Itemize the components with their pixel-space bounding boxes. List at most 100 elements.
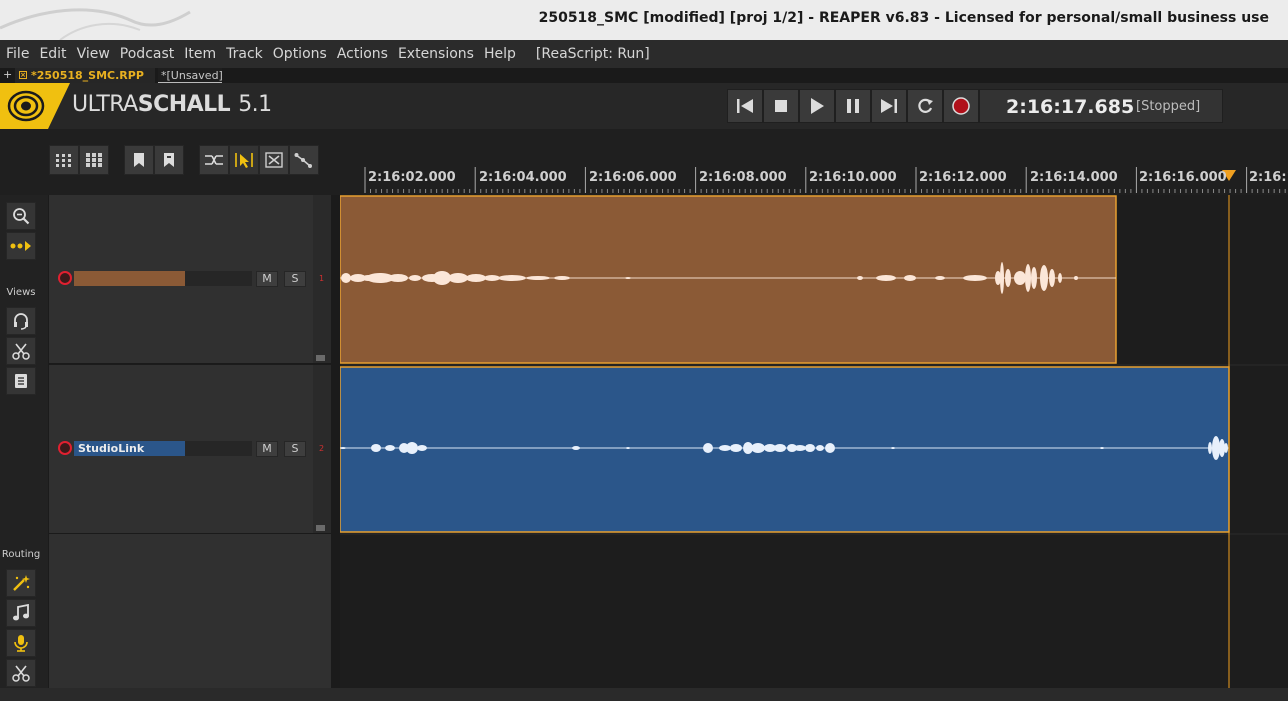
menu-bar: File Edit View Podcast Item Track Option…: [0, 40, 1288, 68]
window-title: 250518_SMC [modified] [proj 1/2] - REAPE…: [538, 10, 1269, 26]
reascript-status: [ReaScript: Run]: [535, 46, 650, 62]
go-to-start-button[interactable]: [727, 89, 763, 123]
current-time: 2:16:17.685: [1006, 96, 1135, 118]
media-item-2: [340, 366, 1230, 533]
envelope-tool-button[interactable]: [289, 145, 319, 175]
document-icon: [15, 374, 27, 388]
horizontal-scrollbar[interactable]: [0, 688, 1288, 701]
arrange-view[interactable]: [340, 195, 1288, 688]
dragon-logo-icon: [0, 8, 191, 40]
menu-extensions[interactable]: Extensions: [398, 46, 474, 62]
menu-file[interactable]: File: [6, 46, 29, 62]
skip-back-icon: [737, 99, 753, 113]
solo-button[interactable]: S: [284, 441, 306, 457]
menu-view[interactable]: View: [77, 46, 110, 62]
repeat-button[interactable]: [907, 89, 943, 123]
mute-button[interactable]: M: [256, 271, 278, 287]
add-marker-button[interactable]: [124, 145, 154, 175]
arrange-canvas: [340, 195, 1288, 688]
view-story-button[interactable]: [6, 367, 36, 395]
follow-icon: [10, 241, 31, 251]
track-name-field[interactable]: [74, 271, 252, 286]
menu-help[interactable]: Help: [484, 46, 516, 62]
stop-button[interactable]: [763, 89, 799, 123]
ruler-label: 2:16:16.000: [1139, 170, 1227, 185]
edit-tools: [199, 145, 319, 175]
bookmark-icon: [134, 153, 144, 167]
track-name: StudioLink: [78, 442, 145, 455]
mute-button[interactable]: M: [256, 441, 278, 457]
ruler-ticks: [364, 167, 1286, 193]
track-color-bar: [74, 271, 185, 286]
envelope-icon: [294, 153, 312, 168]
routing-edit-button[interactable]: [6, 659, 36, 687]
routing-mic-button[interactable]: [6, 629, 36, 657]
ruler-label: 2:16:04.000: [479, 170, 567, 185]
project-tab-label: *250518_SMC.RPP: [31, 69, 144, 82]
reaper-window: 250518_SMC [modified] [proj 1/2] - REAPE…: [0, 0, 1288, 701]
ripple-icon: [205, 155, 223, 165]
timeline-ruler[interactable]: 2:16:02.000 2:16:04.000 2:16:06.000 2:16…: [340, 129, 1288, 195]
new-tab-button[interactable]: +: [3, 68, 12, 82]
menu-actions[interactable]: Actions: [337, 46, 388, 62]
empty-track-area[interactable]: [49, 534, 331, 688]
menu-track[interactable]: Track: [226, 46, 263, 62]
scissors-icon: [12, 665, 30, 682]
zoom-out-button[interactable]: [6, 202, 36, 230]
brand-version: 5.1: [238, 92, 272, 117]
brand-ultra: ULTRA: [72, 92, 138, 117]
solo-button[interactable]: S: [284, 271, 306, 287]
track-name-field[interactable]: StudioLink: [74, 441, 252, 456]
skip-forward-icon: [881, 99, 897, 113]
pause-button[interactable]: [835, 89, 871, 123]
record-arm-button[interactable]: [58, 441, 72, 455]
go-to-end-button[interactable]: [871, 89, 907, 123]
routing-music-button[interactable]: [6, 599, 36, 627]
view-setup-button[interactable]: [6, 307, 36, 335]
crossfade-button[interactable]: [259, 145, 289, 175]
close-icon[interactable]: ×: [19, 71, 27, 79]
views-label: Views: [6, 287, 36, 298]
grid-large-button[interactable]: [79, 145, 109, 175]
record-arm-button[interactable]: [58, 271, 72, 285]
microphone-icon: [14, 635, 28, 652]
record-icon: [952, 97, 970, 115]
play-button[interactable]: [799, 89, 835, 123]
headset-icon: [14, 313, 28, 330]
play-icon: [811, 98, 824, 114]
menu-edit[interactable]: Edit: [39, 46, 66, 62]
zoom-out-icon: [13, 208, 30, 225]
menu-options[interactable]: Options: [273, 46, 327, 62]
ruler-label: 2:16:10.000: [809, 170, 897, 185]
routing-preset-button[interactable]: [6, 569, 36, 597]
menu-podcast[interactable]: Podcast: [120, 46, 174, 62]
record-button[interactable]: [943, 89, 979, 123]
track-panel-2[interactable]: StudioLink M S 2: [49, 365, 331, 534]
crossfade-icon: [265, 152, 283, 168]
marker-tools: [124, 145, 184, 175]
transport-controls: [727, 89, 979, 123]
folder-icon[interactable]: [316, 355, 325, 361]
ruler-label: 2:16:08.000: [699, 170, 787, 185]
track-panel-1[interactable]: M S 1: [49, 195, 331, 364]
music-note-icon: [13, 604, 29, 621]
ruler-label: 2:16:12.000: [919, 170, 1007, 185]
brand-name: ULTRASCHALL 5.1: [72, 92, 272, 117]
routing-label: Routing: [1, 549, 41, 560]
view-edit-button[interactable]: [6, 337, 36, 365]
menu-item[interactable]: Item: [184, 46, 216, 62]
ripple-edit-button[interactable]: [199, 145, 229, 175]
ruler-label: 2:16:1: [1249, 170, 1288, 185]
grid-small-button[interactable]: [49, 145, 79, 175]
selection-tool-button[interactable]: [229, 145, 259, 175]
project-tab-unsaved[interactable]: *[Unsaved]: [158, 68, 223, 83]
folder-icon[interactable]: [316, 525, 325, 531]
scissors-icon: [12, 343, 30, 360]
repeat-icon: [918, 98, 933, 113]
view-sidebar: Views Routing: [0, 195, 48, 688]
project-tab-active[interactable]: × *250518_SMC.RPP: [15, 68, 155, 83]
ruler-label: 2:16:02.000: [368, 170, 456, 185]
follow-playhead-button[interactable]: [6, 232, 36, 260]
chapter-marker-button[interactable]: [154, 145, 184, 175]
media-item-1: [340, 195, 1117, 364]
